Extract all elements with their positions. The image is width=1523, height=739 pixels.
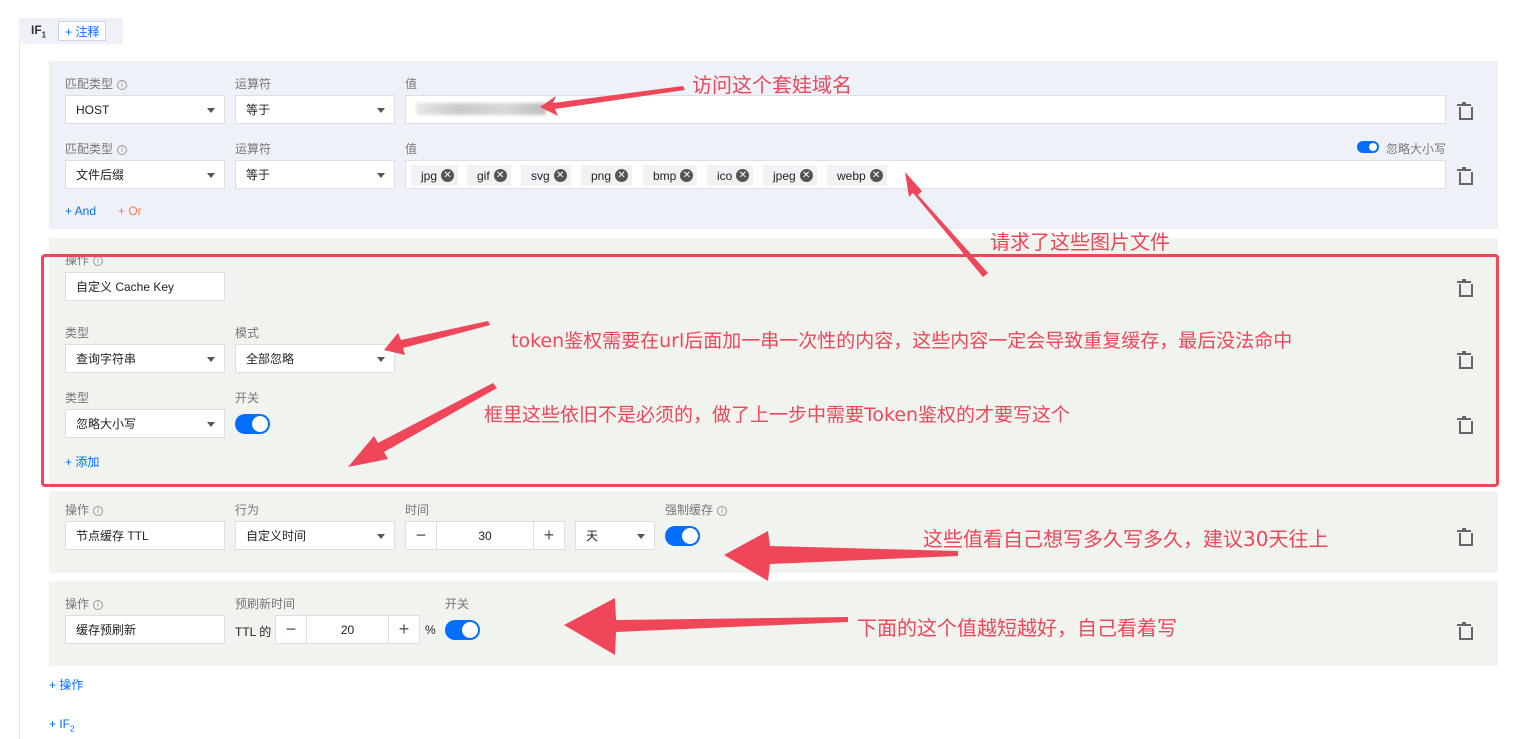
if1-header: IF1 + 注释	[19, 18, 123, 44]
ignore-case-toggle[interactable]	[1357, 141, 1379, 153]
remove-tag-icon[interactable]: ✕	[441, 169, 455, 182]
decrement-button[interactable]: −	[406, 522, 436, 549]
decrement-button[interactable]: −	[276, 616, 306, 643]
delete-action2-icon[interactable]	[1457, 528, 1473, 546]
operator-value: 等于	[246, 168, 271, 182]
operator-select-2[interactable]: 等于	[235, 160, 395, 189]
ttl-prefix-label: TTL 的	[235, 625, 272, 639]
match-type-label-1: 匹配类型 i	[65, 75, 128, 92]
highlight-box	[41, 254, 1499, 487]
percent-suffix: %	[425, 623, 436, 637]
file-suffix-tags-input[interactable]: jpg ✕ gif ✕ svg ✕ png ✕ bmp ✕ ico ✕ jpeg ✕ webp…	[405, 160, 1446, 189]
ttl-time-stepper[interactable]: − 30 +	[405, 521, 565, 550]
value-label-2: 值	[405, 142, 418, 156]
action2-behavior-value: 自定义时间	[246, 529, 307, 543]
prefresh-toggle[interactable]	[445, 620, 480, 640]
ttl-time-value[interactable]: 30	[436, 522, 534, 549]
action2-behavior-label: 行为	[235, 503, 260, 517]
delete-condition-1-icon[interactable]	[1457, 102, 1473, 120]
tag-jpeg: jpeg ✕	[763, 165, 817, 186]
action2-op-field[interactable]: 节点缓存 TTL	[65, 521, 225, 550]
match-type-select-2[interactable]: 文件后缀	[65, 160, 225, 189]
blurred-host-value	[416, 103, 546, 115]
action3-op-label: 操作 i	[65, 595, 104, 612]
delete-action3-icon[interactable]	[1457, 622, 1473, 640]
remove-tag-icon[interactable]: ✕	[493, 169, 507, 182]
tag-png: png ✕	[581, 165, 633, 186]
add-if2-link[interactable]: + IF2	[49, 717, 74, 733]
annotation-4: 框里这些依旧不是必须的，做了上一步中需要Token鉴权的才要写这个	[484, 404, 1071, 426]
add-and-link[interactable]: + And	[65, 204, 96, 218]
tag-jpg: jpg ✕	[411, 165, 459, 186]
action2-force-label: 强制缓存 i	[665, 501, 728, 518]
annotation-3: token鉴权需要在url后面加一串一次性的内容，这些内容一定会导致重复缓存，最…	[511, 330, 1293, 352]
prefresh-stepper[interactable]: − 20 +	[275, 615, 420, 644]
ttl-unit-select[interactable]: 天	[575, 521, 655, 550]
action3-prefresh-label: 预刷新时间	[235, 597, 296, 611]
remove-tag-icon[interactable]: ✕	[680, 169, 694, 182]
operator-value: 等于	[246, 103, 271, 117]
match-type-value: HOST	[76, 102, 110, 117]
annotation-1: 访问这个套娃域名	[692, 73, 852, 97]
ttl-unit-value: 天	[586, 529, 599, 543]
action3-op-field[interactable]: 缓存预刷新	[65, 615, 225, 644]
if-tree-line	[19, 44, 20, 739]
match-type-label-2: 匹配类型 i	[65, 140, 128, 157]
value-label-1: 值	[405, 77, 418, 91]
action2-op-value: 节点缓存 TTL	[76, 529, 149, 543]
tag-ico: ico ✕	[707, 165, 754, 186]
ignore-case-label: 忽略大小写	[1386, 142, 1447, 156]
increment-button[interactable]: +	[534, 522, 564, 549]
if1-label: IF1	[31, 22, 47, 40]
add-or-link[interactable]: + Or	[118, 204, 142, 218]
add-note-button[interactable]: + 注释	[58, 21, 107, 41]
remove-tag-icon[interactable]: ✕	[869, 169, 883, 182]
annotation-5: 这些值看自己想写多久写多久，建议30天往上	[923, 527, 1329, 551]
action2-behavior-select[interactable]: 自定义时间	[235, 521, 395, 550]
action3-switch-label: 开关	[445, 597, 470, 611]
action2-op-label: 操作 i	[65, 501, 104, 518]
remove-tag-icon[interactable]: ✕	[615, 169, 629, 182]
increment-button[interactable]: +	[389, 616, 419, 643]
annotation-2: 请求了这些图片文件	[990, 230, 1170, 254]
info-icon: i	[117, 79, 128, 90]
tag-gif: gif ✕	[467, 165, 511, 186]
tag-svg: svg ✕	[521, 165, 571, 186]
match-type-value: 文件后缀	[76, 168, 125, 182]
prefresh-value[interactable]: 20	[306, 616, 389, 643]
operator-select-1[interactable]: 等于	[235, 95, 395, 124]
info-icon: i	[717, 505, 728, 516]
info-icon: i	[93, 599, 104, 610]
action3-op-value: 缓存预刷新	[76, 623, 137, 637]
match-type-select-1[interactable]: HOST	[65, 95, 225, 124]
info-icon: i	[117, 144, 128, 155]
tag-bmp: bmp ✕	[643, 165, 698, 186]
operator-label-2: 运算符	[235, 142, 272, 156]
action2-time-label: 时间	[405, 503, 430, 517]
add-action-link[interactable]: + 操作	[49, 676, 83, 693]
remove-tag-icon[interactable]: ✕	[799, 169, 813, 182]
info-icon: i	[93, 505, 104, 516]
operator-label-1: 运算符	[235, 77, 272, 91]
remove-tag-icon[interactable]: ✕	[553, 169, 567, 182]
annotation-6: 下面的这个值越短越好，自己看着写	[857, 616, 1177, 640]
host-value-input[interactable]	[405, 95, 1446, 124]
remove-tag-icon[interactable]: ✕	[736, 169, 750, 182]
force-cache-toggle[interactable]	[665, 526, 700, 546]
tag-webp: webp ✕	[827, 165, 887, 186]
delete-condition-2-icon[interactable]	[1457, 167, 1473, 185]
